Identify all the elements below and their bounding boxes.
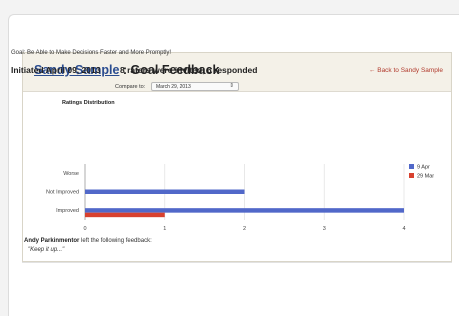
bar — [85, 208, 404, 213]
legend-label: 29 Mar — [417, 174, 434, 180]
feedback-text: left the following feedback: — [79, 238, 152, 244]
ratings-chart: 0 1 2 3 4 Worse Not Improved Improved 9 Apr 29 Ma… — [46, 164, 434, 232]
x-tick-label: 4 — [402, 226, 405, 232]
legend-swatch — [409, 164, 414, 169]
x-tick-label: 3 — [323, 226, 326, 232]
x-tick-label: 0 — [83, 226, 86, 232]
feedback-quote: "Keep it up..." — [28, 247, 65, 253]
legend-swatch — [409, 173, 414, 178]
bar — [85, 189, 245, 194]
bar — [85, 212, 165, 218]
category-label: Worse — [63, 171, 79, 177]
legend-label: 9 Apr — [417, 165, 430, 171]
feedback-line: Andy Parkinmentor left the following fee… — [24, 238, 152, 244]
x-tick-label: 1 — [163, 226, 166, 232]
category-label: Improved — [56, 208, 79, 214]
divider — [22, 262, 452, 263]
x-tick-label: 2 — [243, 226, 246, 232]
category-label: Not Improved — [46, 189, 79, 195]
feedback-author: Andy Parkinmentor — [24, 238, 80, 244]
